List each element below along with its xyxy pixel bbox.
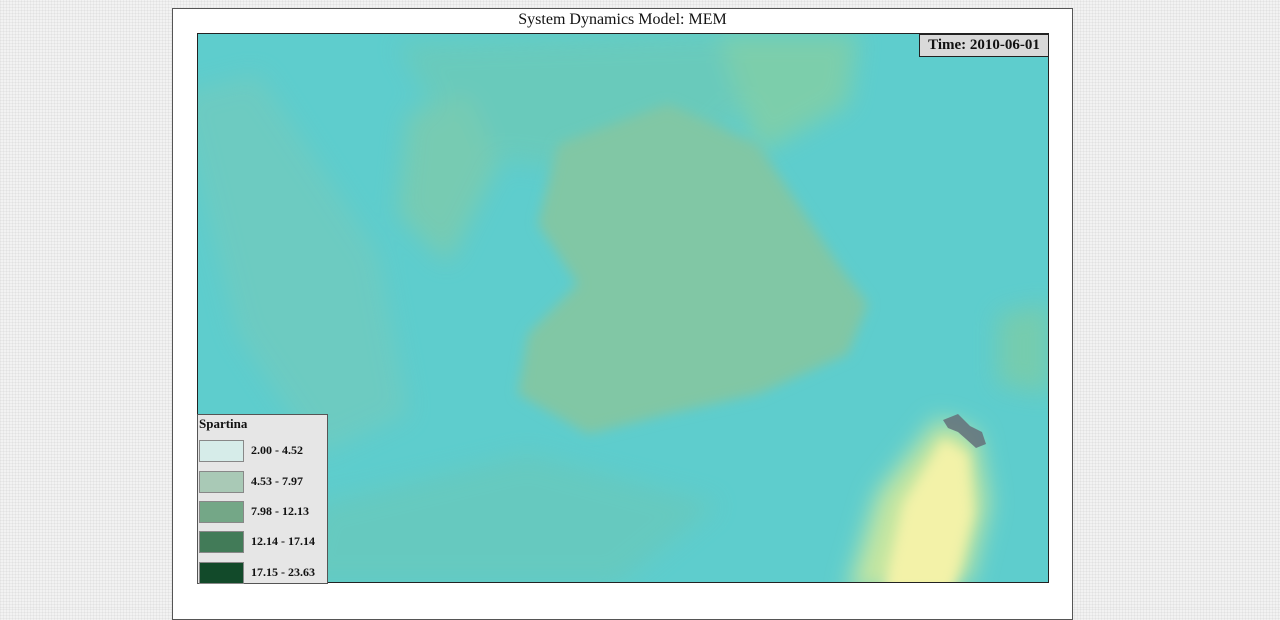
map-frame: System Dynamics Model: MEM Time: 2010-06… xyxy=(172,8,1073,620)
legend-title: Spartina xyxy=(199,416,248,431)
legend-label: 2.00 - 4.52 xyxy=(251,443,303,457)
legend-swatch xyxy=(199,501,244,523)
legend-label: 17.15 - 23.63 xyxy=(251,565,315,579)
legend: Spartina 2.00 - 4.52 4.53 - 7.97 7.98 - … xyxy=(197,414,328,584)
marsh-right-edge xyxy=(998,304,1048,394)
time-label: Time: 2010-06-01 xyxy=(919,34,1049,57)
legend-item: 12.14 - 17.14 xyxy=(199,531,327,555)
legend-swatch xyxy=(199,471,244,493)
legend-item: 17.15 - 23.63 xyxy=(199,562,327,586)
map-title: System Dynamics Model: MEM xyxy=(518,11,727,28)
legend-swatch xyxy=(199,440,244,462)
legend-item: 7.98 - 12.13 xyxy=(199,501,327,525)
legend-item: 4.53 - 7.97 xyxy=(199,471,327,495)
legend-label: 4.53 - 7.97 xyxy=(251,474,303,488)
legend-label: 7.98 - 12.13 xyxy=(251,504,309,518)
legend-swatch xyxy=(199,562,244,584)
legend-item: 2.00 - 4.52 xyxy=(199,440,327,464)
legend-swatch xyxy=(199,531,244,553)
legend-label: 12.14 - 17.14 xyxy=(251,534,315,548)
